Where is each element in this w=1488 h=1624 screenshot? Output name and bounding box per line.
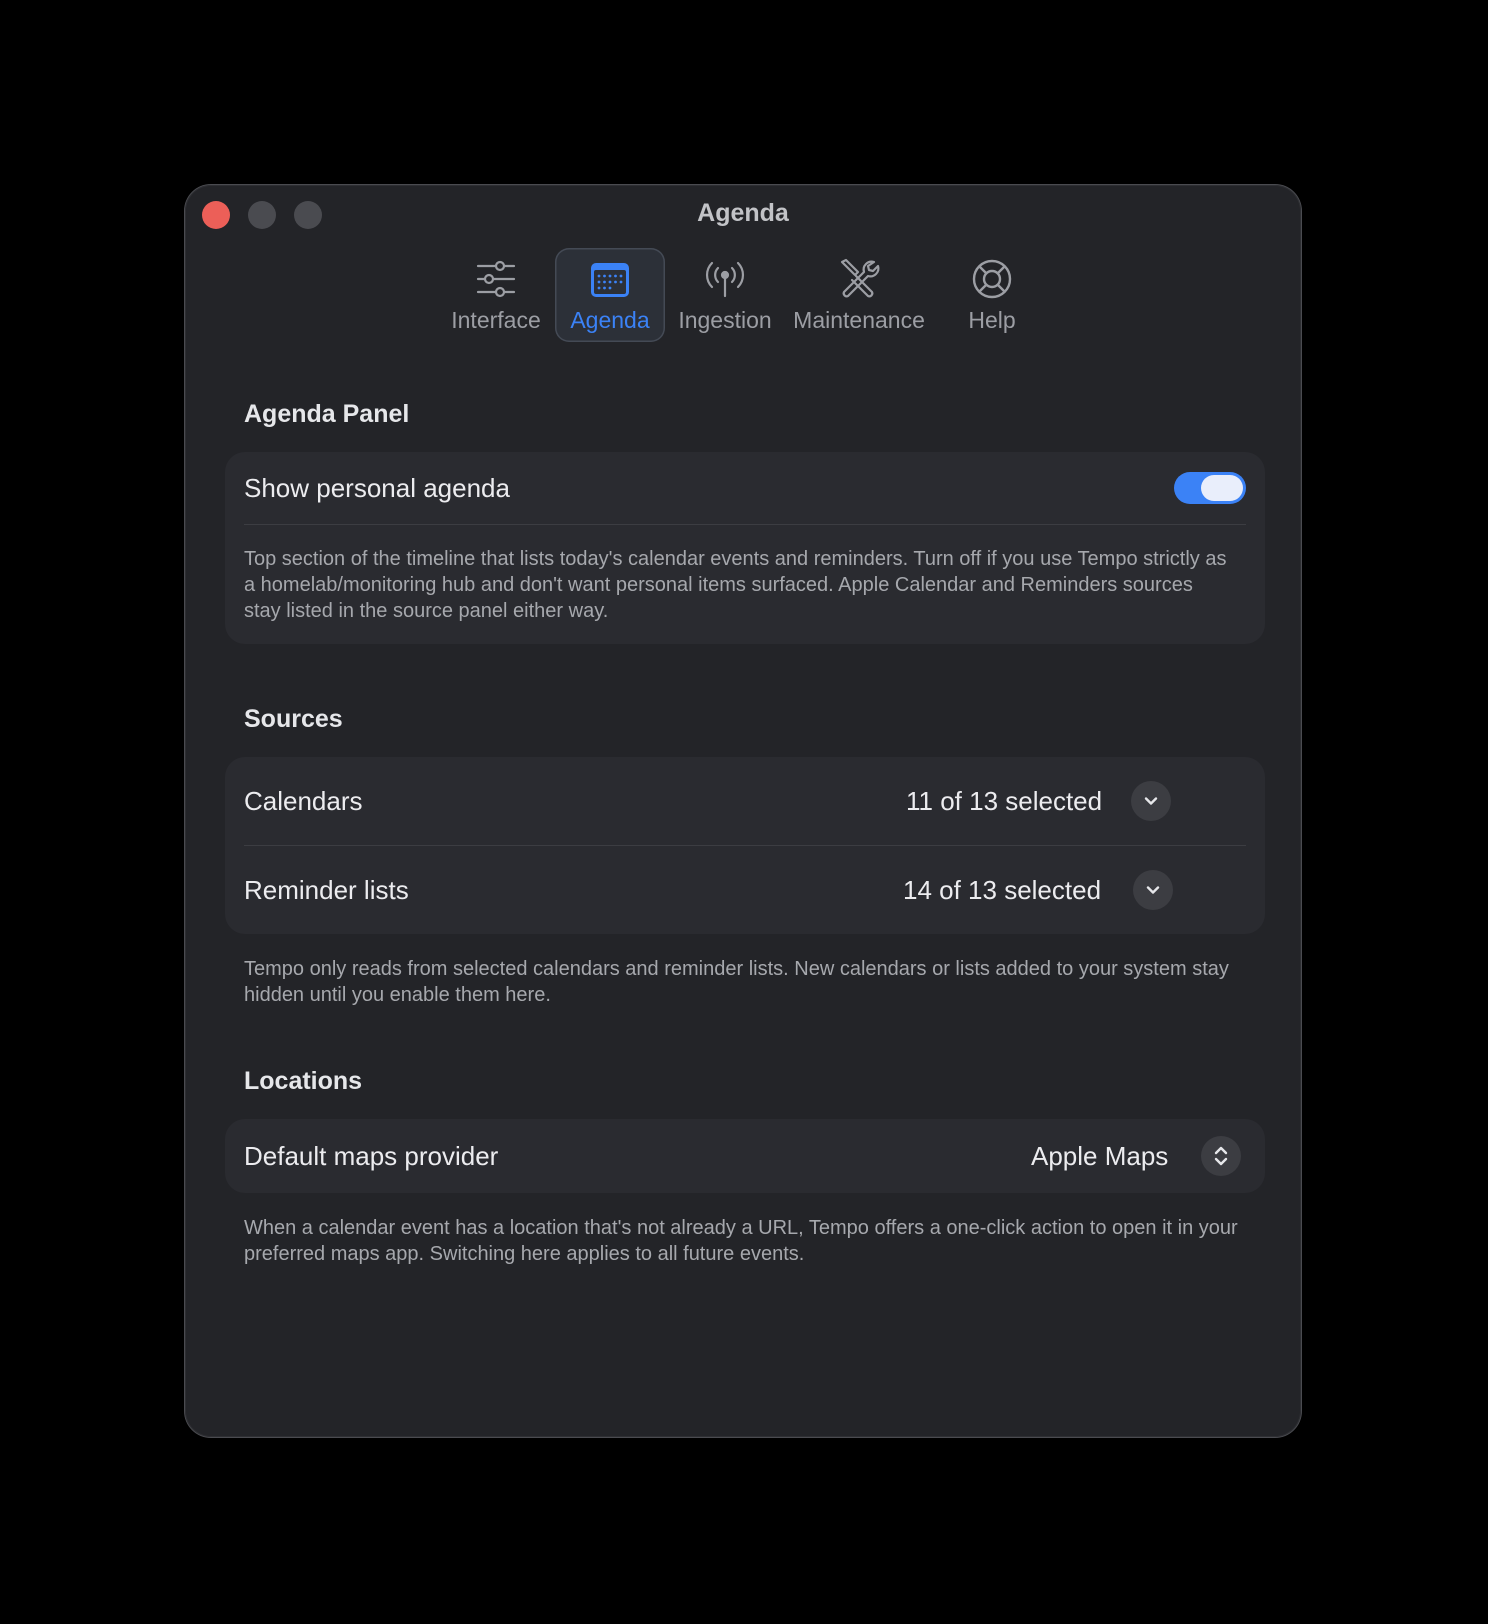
calendars-dropdown-button[interactable] xyxy=(1131,781,1171,821)
lifebuoy-icon xyxy=(972,259,1012,299)
locations-card: Default maps provider Apple Maps xyxy=(225,1119,1265,1193)
tab-interface-label: Interface xyxy=(451,307,541,333)
sliders-icon xyxy=(476,260,516,298)
locations-title: Locations xyxy=(244,1067,363,1095)
agenda-panel-title: Agenda Panel xyxy=(244,400,410,428)
tab-help[interactable]: Help xyxy=(937,248,1047,342)
tab-help-label: Help xyxy=(968,307,1016,333)
antenna-icon xyxy=(705,261,745,298)
divider xyxy=(244,524,1246,525)
chevron-up-down-icon xyxy=(1214,1146,1228,1166)
maps-provider-value: Apple Maps xyxy=(1031,1140,1169,1171)
reminder-lists-dropdown-button[interactable] xyxy=(1133,870,1173,910)
settings-window: Agenda Interface Agenda Ingestion Mainte… xyxy=(185,185,1301,1437)
agenda-panel-description: Top section of the timeline that lists t… xyxy=(244,548,1227,622)
calendar-icon xyxy=(591,263,629,297)
reminder-lists-row[interactable]: Reminder lists 14 of 13 selected xyxy=(244,846,1246,934)
maps-provider-popup-button[interactable] xyxy=(1201,1136,1241,1176)
sources-title: Sources xyxy=(244,705,343,733)
calendars-value: 11 of 13 selected xyxy=(906,785,1103,816)
chevron-down-icon xyxy=(1146,886,1160,894)
wrench-screwdriver-icon xyxy=(840,258,880,298)
calendars-row[interactable]: Calendars 11 of 13 selected xyxy=(244,757,1246,845)
tab-agenda-label: Agenda xyxy=(570,307,650,333)
reminder-lists-value: 14 of 13 selected xyxy=(903,874,1102,905)
reminder-lists-label: Reminder lists xyxy=(244,874,409,905)
tab-interface[interactable]: Interface xyxy=(441,248,551,342)
maps-provider-label: Default maps provider xyxy=(244,1140,499,1171)
show-personal-agenda-row: Show personal agenda xyxy=(244,452,1246,524)
agenda-panel-card: Show personal agenda Top section of the … xyxy=(225,452,1265,644)
tab-maintenance[interactable]: Maintenance xyxy=(785,248,933,342)
tab-ingestion-label: Ingestion xyxy=(678,307,772,333)
show-personal-agenda-label: Show personal agenda xyxy=(244,472,510,503)
sources-description: Tempo only reads from selected calendars… xyxy=(244,958,1229,1006)
sources-card: Calendars 11 of 13 selected Reminder lis… xyxy=(225,757,1265,934)
toggle-knob xyxy=(1201,475,1243,501)
window-title: Agenda xyxy=(697,199,789,227)
tab-ingestion[interactable]: Ingestion xyxy=(669,248,781,342)
locations-description: When a calendar event has a location tha… xyxy=(244,1217,1238,1265)
maps-provider-row[interactable]: Default maps provider Apple Maps xyxy=(244,1119,1246,1193)
calendars-label: Calendars xyxy=(244,785,363,816)
tab-agenda[interactable]: Agenda xyxy=(555,248,665,342)
settings-toolbar: Interface Agenda Ingestion Maintenance H… xyxy=(185,248,1301,342)
show-personal-agenda-toggle[interactable] xyxy=(1174,472,1246,504)
chevron-down-icon xyxy=(1144,797,1158,805)
tab-maintenance-label: Maintenance xyxy=(793,307,925,333)
